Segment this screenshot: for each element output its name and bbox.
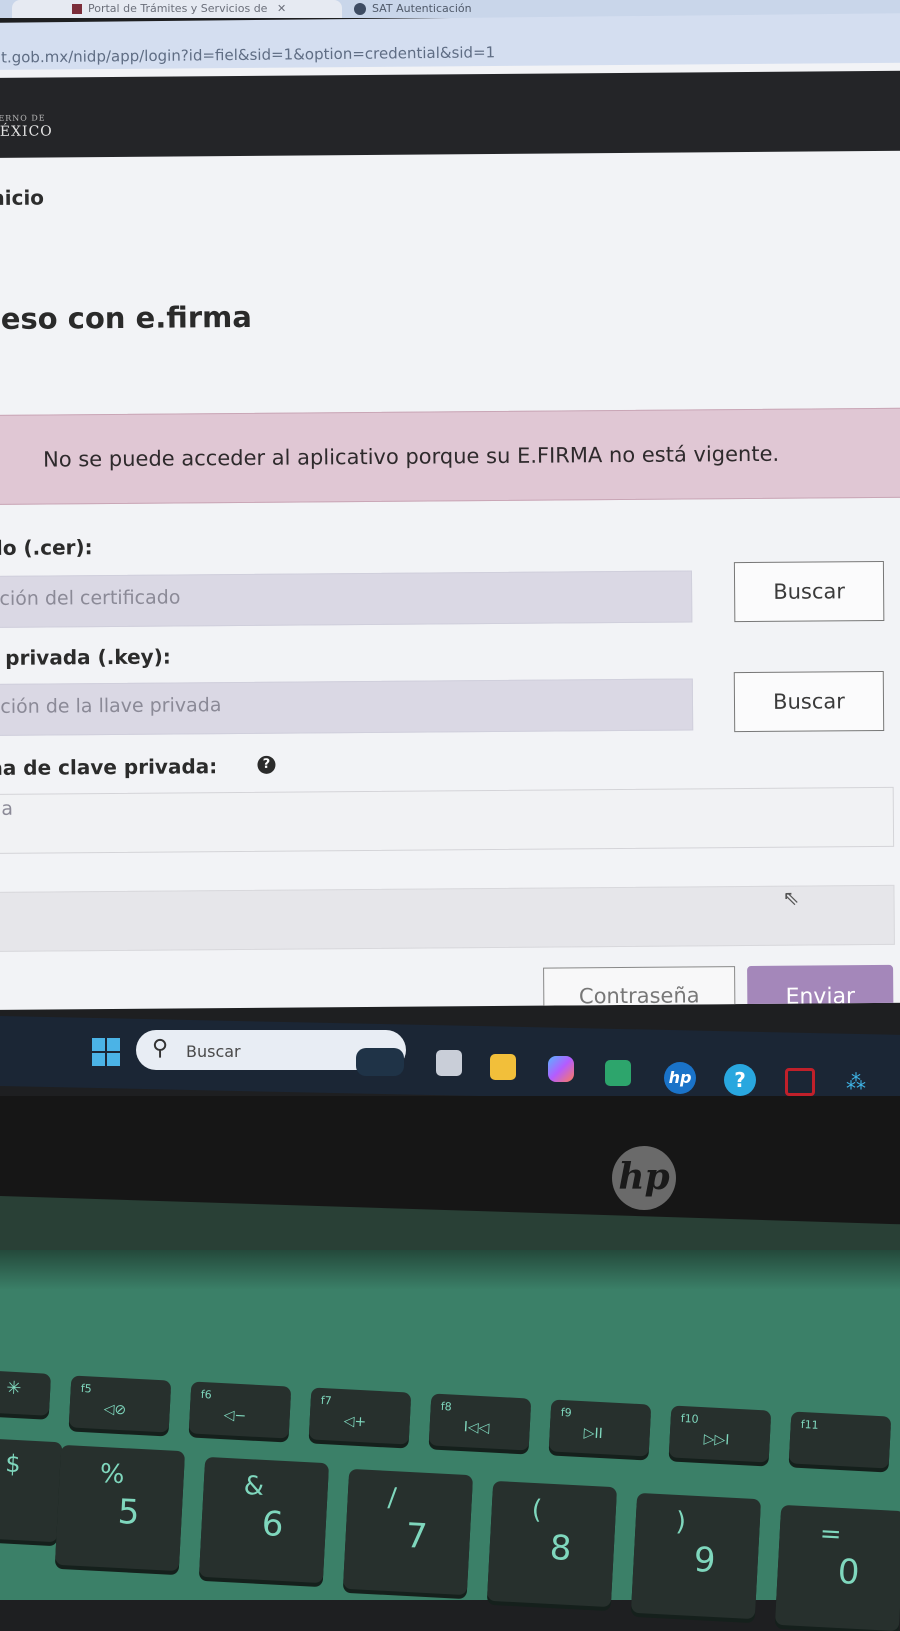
fn-key-action-label: ◁⊘ (103, 1401, 127, 1419)
fn-key-action-label: ▷II (583, 1425, 604, 1443)
government-header (0, 70, 900, 158)
key-shift-symbol: = (818, 1518, 843, 1551)
gov-logo-small-text: GOBIERNO DE (0, 113, 46, 124)
number-key-7[interactable]: /7 (342, 1468, 474, 1596)
fn-key-action-label: I◁◁ (463, 1419, 490, 1437)
get-help-icon[interactable]: ? (724, 1064, 756, 1096)
key-digit: 6 (260, 1503, 285, 1545)
key-shift-symbol: ( (530, 1494, 543, 1526)
key-digit: 8 (548, 1527, 573, 1569)
function-key-f7[interactable]: f7 ◁+ (308, 1387, 412, 1445)
phone-link-icon[interactable]: ⁂ (846, 1070, 882, 1094)
hp-logo: hp (612, 1146, 676, 1210)
certificate-placeholder: Ubicación del certificado (0, 586, 181, 611)
function-key-f10[interactable]: f10 ▷▷I (668, 1405, 772, 1463)
fn-key-action-label: ▷▷I (703, 1431, 730, 1449)
number-key-9[interactable]: ) 9 (630, 1492, 762, 1620)
submit-button[interactable]: Enviar (747, 964, 894, 1010)
key-label: ✳ (5, 1377, 22, 1400)
key-shift-symbol: % (98, 1458, 126, 1491)
number-key-partial[interactable]: $ (0, 1437, 63, 1543)
fn-key-action-label: ◁− (223, 1407, 247, 1425)
function-key-f11[interactable]: f11 (788, 1411, 892, 1469)
file-explorer-icon[interactable] (490, 1054, 516, 1080)
function-key-f8[interactable]: f8 I◁◁ (428, 1393, 532, 1451)
fn-key-action-label: ◁+ (343, 1413, 367, 1431)
private-key-label: Clave privada (.key): (0, 644, 171, 671)
password-confirm-input[interactable] (0, 884, 895, 952)
tab-title: SAT Autenticación (372, 2, 472, 15)
key-digit: 5 (116, 1491, 141, 1533)
key-shift-symbol: & (242, 1470, 265, 1502)
password-button[interactable]: Contraseña (543, 966, 736, 1010)
fn-key-number-label: f11 (800, 1417, 819, 1432)
certificate-browse-button[interactable]: Buscar (733, 560, 885, 623)
password-placeholder: Contraseña (0, 797, 14, 821)
key-shift-symbol: / (386, 1482, 398, 1514)
tab-favicon-icon (72, 4, 82, 14)
private-key-placeholder: Ubicación de la llave privada (0, 694, 222, 719)
function-key-f6[interactable]: f6 ◁− (188, 1381, 292, 1439)
function-key-partial[interactable]: ✳ (0, 1370, 52, 1416)
key-label: $ (4, 1449, 22, 1479)
number-key-5[interactable]: % 5 (54, 1444, 186, 1572)
fn-key-number-label: f7 (320, 1393, 332, 1408)
fn-key-number-label: f9 (560, 1405, 572, 1420)
help-icon[interactable]: ? (257, 755, 276, 774)
key-digit: 7 (404, 1515, 429, 1557)
function-key-f9[interactable]: f9 ▷II (548, 1399, 652, 1457)
tab-favicon-icon (354, 3, 366, 15)
key-shift-symbol: ) (674, 1506, 687, 1538)
fn-key-number-label: f10 (680, 1411, 699, 1426)
password-input[interactable] (0, 786, 895, 854)
fn-key-number-label: f6 (200, 1387, 212, 1402)
task-view-icon[interactable] (436, 1050, 462, 1076)
breadcrumb-home[interactable]: Inicio (0, 186, 44, 210)
microsoft-store-icon[interactable] (605, 1060, 631, 1086)
mouse-cursor-icon: ⇖ (782, 885, 800, 910)
tab-close-icon[interactable]: ✕ (277, 2, 286, 15)
fn-key-number-label: f5 (80, 1381, 92, 1396)
widgets-icon[interactable] (356, 1048, 404, 1076)
search-icon: ⚲ (152, 1036, 169, 1061)
browser-tab-sat[interactable]: SAT Autenticación (350, 0, 620, 18)
private-key-browse-button[interactable]: Buscar (733, 670, 885, 733)
mcafee-icon[interactable] (785, 1068, 815, 1096)
certificate-label: Certificado (.cer): (0, 535, 93, 561)
key-digit: 0 (836, 1551, 861, 1593)
browser-tab-portal[interactable]: Portal de Trámites y Servicios de ✕ (12, 0, 342, 18)
tab-title: Portal de Trámites y Servicios de (88, 2, 268, 15)
number-key-8[interactable]: (8 (486, 1480, 618, 1608)
number-key-6[interactable]: & 6 (198, 1456, 330, 1584)
key-digit: 9 (692, 1539, 717, 1581)
password-label: Contraseña de clave privada: (0, 754, 218, 781)
login-page: GOBIERNO DE MÉXICO Inicio Acceso con e.f… (0, 62, 900, 1010)
keyboard-deck-shadow (0, 1250, 900, 1290)
hp-support-icon[interactable]: hp (664, 1062, 696, 1094)
windows-start-icon[interactable] (92, 1038, 120, 1066)
gov-logo-text: MÉXICO (0, 123, 53, 141)
taskbar-search-label: Buscar (186, 1042, 241, 1061)
function-key-f5[interactable]: f5 ◁⊘ (68, 1375, 172, 1433)
fn-key-number-label: f8 (440, 1399, 452, 1414)
copilot-icon[interactable] (548, 1056, 574, 1082)
number-key-0[interactable]: = 0 (774, 1504, 900, 1631)
page-title: Acceso con e.firma (0, 299, 252, 337)
